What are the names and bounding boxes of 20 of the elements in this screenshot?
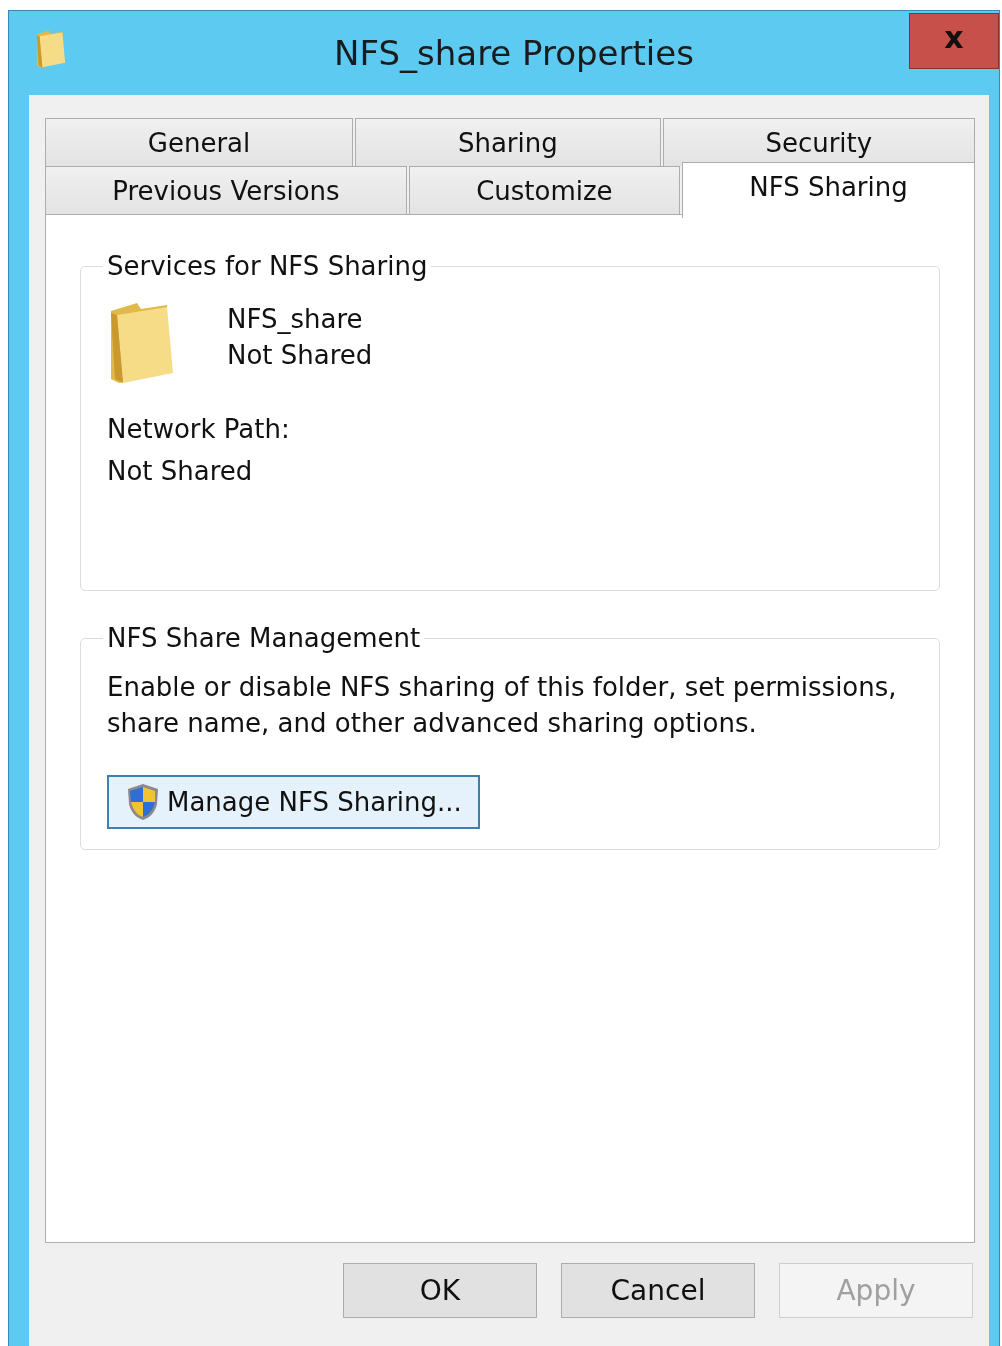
description-text: Enable or disable NFS sharing of this folder, set permissions, share name, and other advanced sharing options. [107,671,898,740]
tab[interactable]: Previous Versions [45,166,407,214]
group-label: Services for NFS Sharing [106,251,429,281]
window-title: NFS_share Properties [334,33,694,73]
tab[interactable]: General [45,118,354,166]
folder-name: NFS_share [227,303,364,336]
tab[interactable]: NFS Sharing [681,162,975,218]
close-button[interactable]: x [909,13,999,69]
folder-icon [35,29,67,69]
share-status: Not Shared [227,339,373,372]
shield-icon [125,782,161,822]
network-path: Not Shared [107,455,254,488]
dialog-button[interactable]: Cancel [561,1263,755,1318]
group-label: NFS Share Management [106,623,422,653]
tab[interactable]: Security [662,118,975,166]
field-label: Network Path: [107,413,291,446]
tab[interactable]: Customize [408,166,680,214]
dialog-button[interactable]: OK [343,1263,537,1318]
manage-button[interactable]: Manage NFS Sharing... [107,775,480,829]
tab[interactable]: Sharing [355,118,661,166]
